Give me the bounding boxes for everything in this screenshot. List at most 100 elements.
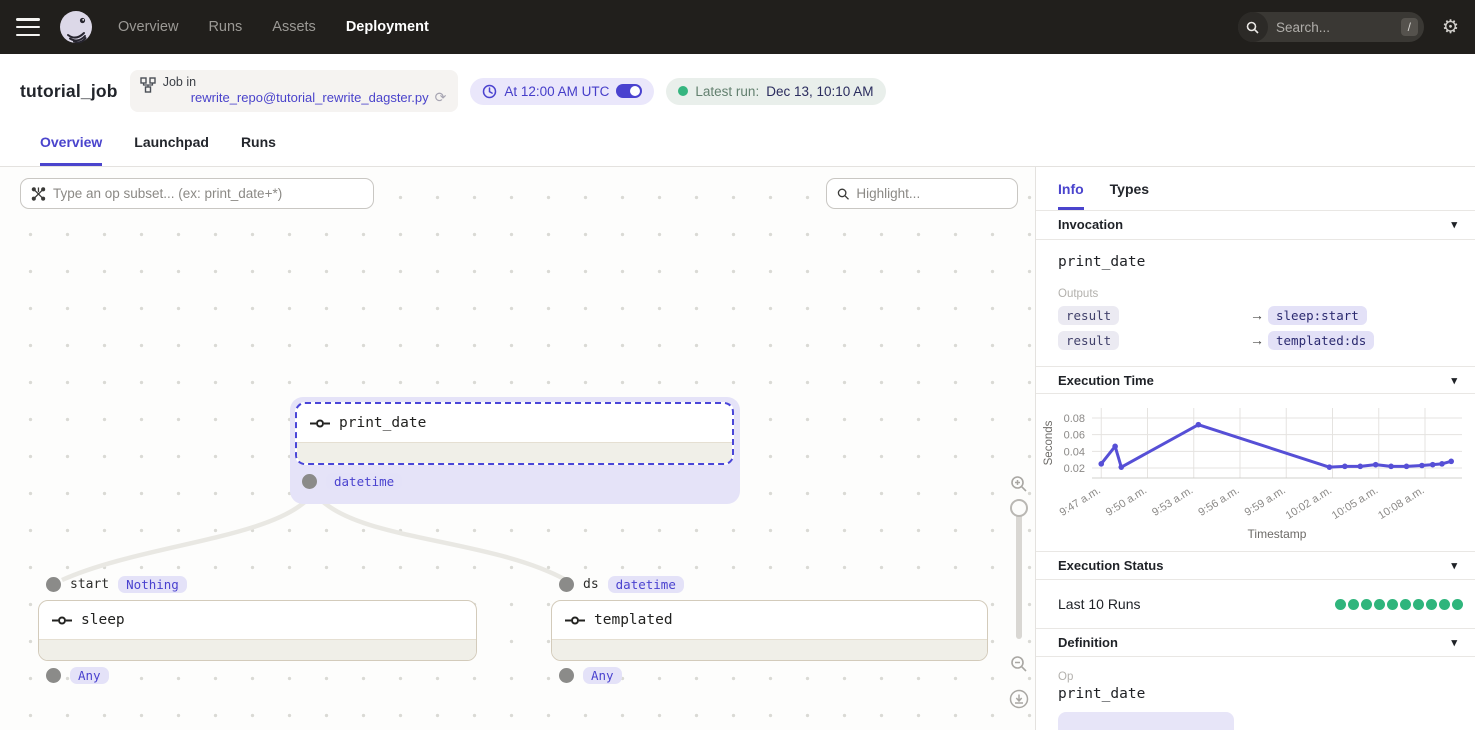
svg-text:10:08 a.m.: 10:08 a.m. <box>1376 485 1426 523</box>
global-search[interactable]: / <box>1238 12 1424 42</box>
output-row: result → sleep:start <box>1058 306 1453 325</box>
section-execution-time[interactable]: Execution Time ▾ <box>1036 366 1475 395</box>
run-status-dot[interactable] <box>1387 599 1398 610</box>
page-title: tutorial_job <box>20 81 118 102</box>
node-body <box>39 639 476 660</box>
zoom-slider[interactable] <box>1015 499 1023 647</box>
zoom-slider-track[interactable] <box>1016 507 1022 639</box>
node-title: templated <box>594 612 673 628</box>
node-print-date[interactable]: print_date <box>295 402 734 465</box>
type-tag-nothing[interactable]: Nothing <box>118 576 187 593</box>
output-name-tag: result <box>1058 331 1119 350</box>
primary-nav: Overview Runs Assets Deployment <box>118 19 429 35</box>
zoom-slider-knob[interactable] <box>1010 499 1028 517</box>
repo-link[interactable]: rewrite_repo@tutorial_rewrite_dagster.py <box>191 90 429 105</box>
input-name: start <box>70 577 109 592</box>
svg-text:9:50 a.m.: 9:50 a.m. <box>1104 485 1149 519</box>
svg-text:9:53 a.m.: 9:53 a.m. <box>1150 485 1195 519</box>
definition-tag-partial <box>1058 712 1234 730</box>
svg-text:0.04: 0.04 <box>1064 447 1085 459</box>
tab-launchpad[interactable]: Launchpad <box>134 134 209 166</box>
definition-kind-label: Op <box>1058 671 1453 683</box>
job-location-badge[interactable]: Job in rewrite_repo@tutorial_rewrite_dag… <box>130 70 459 112</box>
run-status-dot[interactable] <box>1335 599 1346 610</box>
type-tag-datetime[interactable]: datetime <box>608 576 684 593</box>
tab-info[interactable]: Info <box>1058 181 1084 210</box>
job-header: tutorial_job Job in rewrite_repo@tutoria… <box>0 54 1475 166</box>
svg-text:9:47 a.m.: 9:47 a.m. <box>1058 485 1103 519</box>
output-target-tag[interactable]: sleep:start <box>1268 306 1367 325</box>
last-runs-label: Last 10 Runs <box>1058 596 1141 612</box>
tab-overview[interactable]: Overview <box>40 134 102 166</box>
definition-op-name: print_date <box>1058 686 1453 702</box>
tab-runs[interactable]: Runs <box>241 134 276 166</box>
section-invocation[interactable]: Invocation ▾ <box>1036 211 1475 240</box>
job-tabs: Overview Launchpad Runs <box>20 134 1455 166</box>
search-input[interactable] <box>1268 20 1401 35</box>
run-status-dot <box>678 86 688 96</box>
zoom-controls <box>1006 475 1032 709</box>
latest-run-time[interactable]: Dec 13, 10:10 AM <box>766 84 873 99</box>
type-tag-datetime[interactable]: datetime <box>326 473 402 490</box>
chevron-down-icon: ▾ <box>1451 559 1457 572</box>
output-port[interactable] <box>559 668 574 683</box>
op-graph-canvas[interactable]: print_date datetime start Nothing <box>0 167 1035 730</box>
tab-types[interactable]: Types <box>1110 181 1149 210</box>
output-port[interactable] <box>46 668 61 683</box>
nav-item-overview[interactable]: Overview <box>118 19 178 35</box>
menu-icon[interactable] <box>16 18 40 36</box>
run-status-dot[interactable] <box>1400 599 1411 610</box>
run-status-dot[interactable] <box>1439 599 1450 610</box>
input-port[interactable] <box>46 577 61 592</box>
job-graph-icon <box>140 77 156 93</box>
svg-text:0.02: 0.02 <box>1064 463 1085 475</box>
details-sidebar: Info Types Invocation ▾ print_date Outpu… <box>1035 167 1475 730</box>
execution-time-chart: 0.020.040.060.089:47 a.m.9:50 a.m.9:53 a… <box>1036 394 1475 551</box>
nav-item-runs[interactable]: Runs <box>208 19 242 35</box>
chevron-down-icon: ▾ <box>1451 636 1457 649</box>
nav-item-deployment[interactable]: Deployment <box>346 19 429 35</box>
type-tag-any[interactable]: Any <box>583 667 622 684</box>
highlight-input[interactable] <box>856 186 1007 201</box>
section-execution-status[interactable]: Execution Status ▾ <box>1036 551 1475 580</box>
nav-item-assets[interactable]: Assets <box>272 19 316 35</box>
run-status-dot[interactable] <box>1426 599 1437 610</box>
recenter-view-icon[interactable] <box>1009 689 1029 709</box>
latest-run-badge[interactable]: Latest run: Dec 13, 10:10 AM <box>666 78 885 105</box>
zoom-in-icon[interactable] <box>1010 475 1028 493</box>
node-print-date-selected-halo: print_date datetime <box>290 397 740 504</box>
output-port[interactable] <box>302 474 317 489</box>
schedule-toggle[interactable] <box>616 84 642 98</box>
maps-to-arrow-icon: → <box>1250 332 1268 348</box>
run-status-dot[interactable] <box>1374 599 1385 610</box>
run-status-dots[interactable] <box>1335 599 1463 610</box>
run-status-dot[interactable] <box>1452 599 1463 610</box>
input-port[interactable] <box>559 577 574 592</box>
reload-repo-icon[interactable]: ⟳ <box>435 89 447 106</box>
node-sleep[interactable]: sleep <box>38 600 477 661</box>
node-title: sleep <box>81 612 125 628</box>
clock-icon <box>482 84 497 99</box>
output-target-tag[interactable]: templated:ds <box>1268 331 1374 350</box>
svg-text:0.08: 0.08 <box>1064 413 1085 425</box>
run-status-dot[interactable] <box>1413 599 1424 610</box>
run-status-dot[interactable] <box>1348 599 1359 610</box>
dagster-logo-icon[interactable] <box>58 9 94 45</box>
node-title: print_date <box>339 415 426 431</box>
type-tag-any[interactable]: Any <box>70 667 109 684</box>
highlight-search-icon <box>837 187 849 201</box>
output-name-tag: result <box>1058 306 1119 325</box>
op-subset-input[interactable] <box>53 186 363 201</box>
node-templated[interactable]: templated <box>551 600 988 661</box>
latest-run-label: Latest run: <box>695 84 759 99</box>
op-icon <box>565 616 585 625</box>
search-icon <box>1238 12 1268 42</box>
settings-gear-icon[interactable]: ⚙ <box>1442 18 1459 37</box>
zoom-out-icon[interactable] <box>1010 655 1028 673</box>
svg-text:9:59 a.m.: 9:59 a.m. <box>1243 485 1288 519</box>
node-body <box>552 639 987 660</box>
svg-text:10:02 a.m.: 10:02 a.m. <box>1284 485 1334 523</box>
schedule-badge[interactable]: At 12:00 AM UTC <box>470 78 654 105</box>
run-status-dot[interactable] <box>1361 599 1372 610</box>
section-definition[interactable]: Definition ▾ <box>1036 628 1475 657</box>
